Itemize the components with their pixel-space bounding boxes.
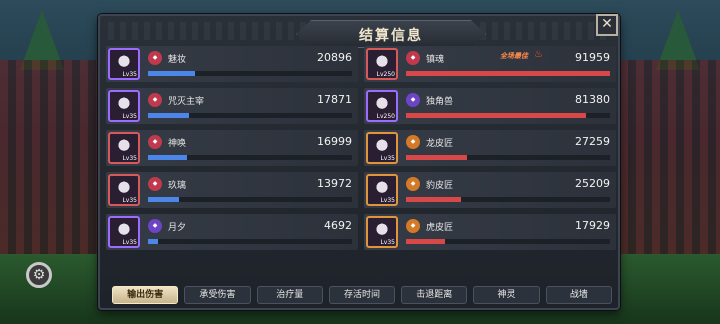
damage-bar-fill (148, 239, 159, 244)
damage-bar-fill (148, 197, 179, 202)
damage-value: 17929 (575, 219, 610, 232)
hero-avatar[interactable]: Lv35 (366, 174, 398, 206)
enemy-row: Lv35 ◆ 龙皮匠 27259 (364, 130, 616, 166)
hero-name: 虎皮匠 (426, 223, 454, 233)
tab-survival-time[interactable]: 存活时间 (328, 286, 396, 304)
damage-value: 17871 (317, 93, 352, 106)
stat-tabs: 输出伤害 承受伤害 治疗量 存活时间 击退距离 神灵 战墙 (112, 286, 612, 304)
damage-value: 25209 (575, 177, 610, 190)
damage-bar (148, 197, 352, 202)
damage-value: 16999 (317, 135, 352, 148)
ally-row: Lv35 ◆ 神唤 16999 (106, 130, 358, 166)
damage-bar (148, 113, 352, 118)
damage-bar-fill (148, 113, 189, 118)
damage-value: 13972 (317, 177, 352, 190)
hero-avatar[interactable]: Lv250 (366, 48, 398, 80)
ally-row: Lv35 ◆ 咒灭主宰 17871 (106, 88, 358, 124)
rarity-badge-icon: ◆ (148, 93, 162, 107)
tab-deity[interactable]: 神灵 (473, 286, 540, 304)
hero-avatar[interactable]: Lv35 (108, 174, 140, 206)
ally-row: Lv35 ◆ 玖璃 13972 (106, 172, 358, 208)
damage-bar (148, 71, 352, 76)
damage-bar (406, 155, 610, 160)
damage-bar (406, 239, 610, 244)
damage-value: 4692 (324, 219, 352, 232)
damage-bar (148, 239, 352, 244)
damage-bar-fill (406, 239, 445, 244)
panel-title: 结算信息 (359, 28, 423, 44)
damage-bar-fill (148, 155, 187, 160)
hero-name: 龙皮匠 (426, 139, 454, 149)
damage-bar-fill (406, 197, 462, 202)
enemy-row: Lv250 ◆ 独角兽 81380 (364, 88, 616, 124)
damage-bar (406, 197, 610, 202)
hero-name: 独角兽 (426, 97, 454, 107)
hero-avatar[interactable]: Lv35 (108, 132, 140, 164)
rarity-badge-icon: ◆ (148, 51, 162, 65)
close-icon[interactable]: ✕ (596, 14, 618, 36)
hero-name: 玖璃 (168, 181, 187, 191)
hero-name: 神唤 (168, 139, 187, 149)
damage-bar-fill (148, 71, 195, 76)
flame-icon: ♨ (534, 49, 543, 60)
ally-row: Lv35 ◆ 魅妆 20896 (106, 46, 358, 82)
damage-bar-fill (406, 71, 610, 76)
tab-healing[interactable]: 治疗量 (256, 286, 323, 304)
enemy-row: Lv250 ◆ 镇魂 全场最佳 ♨ 91959 (364, 46, 616, 82)
damage-bar-fill (406, 155, 468, 160)
ally-team-list: Lv35 ◆ 魅妆 20896 Lv35 ◆ 咒灭主宰 17871 Lv35 ◆… (106, 46, 358, 256)
damage-bar (406, 71, 610, 76)
hero-name: 月夕 (168, 223, 187, 233)
damage-bar-fill (406, 113, 586, 118)
rarity-badge-icon: ◆ (406, 177, 420, 191)
red-banner-decoration (620, 60, 720, 260)
hero-name: 豹皮匠 (426, 181, 454, 191)
hero-avatar[interactable]: Lv35 (108, 48, 140, 80)
rarity-badge-icon: ◆ (406, 51, 420, 65)
enemy-row: Lv35 ◆ 虎皮匠 17929 (364, 214, 616, 250)
hero-name: 咒灭主宰 (168, 97, 205, 107)
damage-bar (406, 113, 610, 118)
rarity-badge-icon: ◆ (406, 219, 420, 233)
tab-knockback[interactable]: 击退距离 (401, 286, 468, 304)
damage-value: 27259 (575, 135, 610, 148)
hero-avatar[interactable]: Lv250 (366, 90, 398, 122)
tab-war-wall[interactable]: 战墙 (545, 286, 612, 304)
damage-value: 81380 (575, 93, 610, 106)
damage-value: 91959 (575, 51, 610, 64)
damage-value: 20896 (317, 51, 352, 64)
red-banner-decoration (0, 60, 100, 260)
hero-avatar[interactable]: Lv35 (108, 216, 140, 248)
tab-damage-taken[interactable]: 承受伤害 (184, 286, 251, 304)
enemy-team-list: Lv250 ◆ 镇魂 全场最佳 ♨ 91959 Lv250 ◆ 独角兽 8138… (364, 46, 616, 256)
gear-icon[interactable]: ⚙ (26, 262, 52, 288)
hero-name: 魅妆 (168, 55, 187, 65)
hero-avatar[interactable]: Lv35 (108, 90, 140, 122)
rarity-badge-icon: ◆ (406, 135, 420, 149)
mvp-label: 全场最佳 (500, 52, 528, 60)
rarity-badge-icon: ◆ (148, 135, 162, 149)
hero-name: 镇魂 (426, 55, 445, 65)
hero-avatar[interactable]: Lv35 (366, 216, 398, 248)
damage-bar (148, 155, 352, 160)
tab-damage-dealt[interactable]: 输出伤害 (112, 286, 179, 304)
enemy-row: Lv35 ◆ 豹皮匠 25209 (364, 172, 616, 208)
rarity-badge-icon: ◆ (148, 177, 162, 191)
ally-row: Lv35 ◆ 月夕 4692 (106, 214, 358, 250)
rarity-badge-icon: ◆ (406, 93, 420, 107)
rarity-badge-icon: ◆ (148, 219, 162, 233)
hero-avatar[interactable]: Lv35 (366, 132, 398, 164)
